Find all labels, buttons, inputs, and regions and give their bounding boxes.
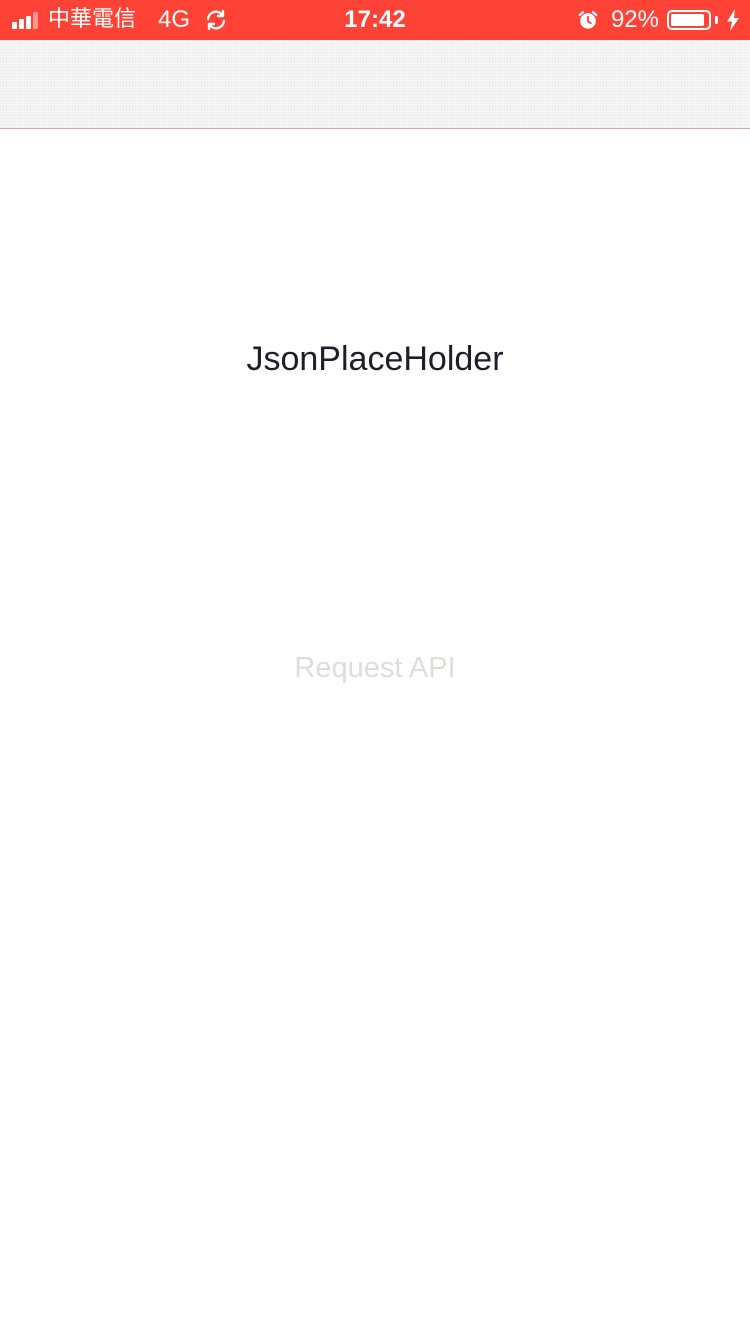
battery-fill — [671, 14, 704, 26]
battery-icon — [667, 10, 711, 30]
request-api-button[interactable]: Request API — [250, 640, 500, 696]
battery-tip — [715, 16, 718, 24]
battery-percent: 92% — [610, 6, 659, 33]
status-bar: 中華電信 4G 17:42 92% — [0, 0, 750, 40]
navigation-bar — [0, 40, 750, 129]
page-title: JsonPlaceHolder — [246, 340, 504, 378]
alarm-icon — [578, 11, 598, 29]
charging-bolt-icon — [727, 9, 739, 31]
status-bar-right: 92% — [577, 0, 740, 40]
